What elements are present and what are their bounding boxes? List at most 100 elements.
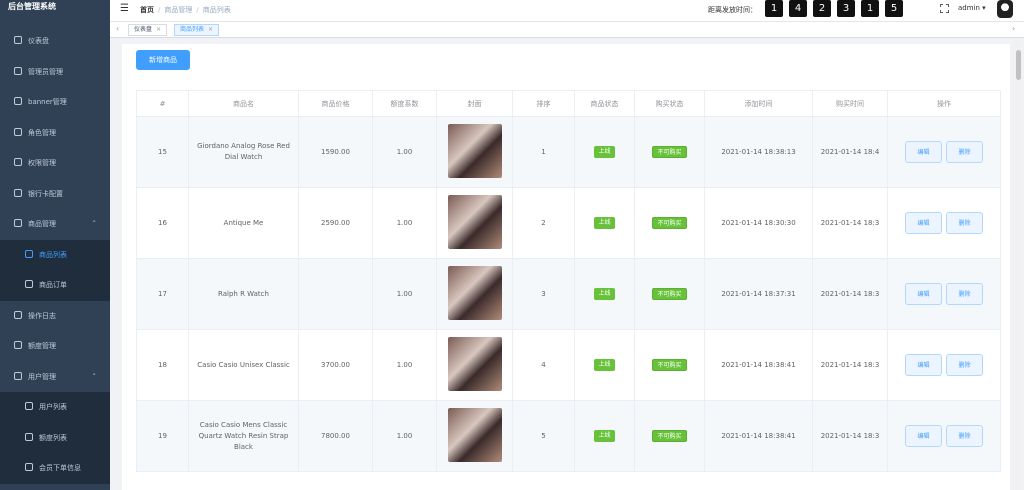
sidebar-item[interactable]: 角色管理 bbox=[0, 118, 110, 149]
sidebar-item[interactable]: 权限管理 bbox=[0, 148, 110, 179]
cell-sort: 2 bbox=[512, 187, 575, 259]
sidebar-item-label: 额度管理 bbox=[28, 342, 56, 350]
sidebar-item[interactable]: 银行卡配置 bbox=[0, 179, 110, 210]
tag-goods-list[interactable]: 商品列表 × bbox=[174, 24, 220, 36]
cell-price bbox=[298, 258, 373, 330]
delete-button[interactable]: 删除 bbox=[946, 354, 983, 376]
sidebar-item[interactable]: 商品管理 ˄ bbox=[0, 209, 110, 240]
cell-ratio: 1.00 bbox=[372, 187, 437, 259]
cell-price: 3700.00 bbox=[298, 329, 373, 401]
cell-id: 19 bbox=[136, 400, 189, 472]
dashboard-icon bbox=[14, 36, 22, 44]
cell-bought: 2021-01-14 18:3 bbox=[812, 258, 888, 330]
cell-created: 2021-01-14 18:37:31 bbox=[704, 258, 813, 330]
cell-status: 上线 bbox=[574, 400, 635, 472]
sidebar-item[interactable]: 商品列表 bbox=[0, 239, 110, 270]
hamburger-icon[interactable]: ☰ bbox=[120, 3, 129, 14]
order-icon bbox=[25, 280, 33, 288]
edit-button[interactable]: 编辑 bbox=[905, 283, 942, 305]
sidebar-item[interactable]: 会员下单信息 bbox=[0, 453, 110, 484]
countdown-digit: 4 bbox=[789, 0, 807, 17]
countdown-digits: 1 4 2 3 1 5 bbox=[765, 0, 909, 17]
edit-button[interactable]: 编辑 bbox=[905, 354, 942, 376]
sidebar-item[interactable]: 仪表盘 bbox=[0, 26, 110, 57]
cell-cover bbox=[436, 258, 513, 330]
scrollbar-thumb[interactable] bbox=[1016, 50, 1021, 80]
edit-button[interactable]: 编辑 bbox=[905, 425, 942, 447]
breadcrumb: 首页 / 商品管理 / 商品列表 bbox=[140, 6, 231, 14]
delete-button[interactable]: 删除 bbox=[946, 212, 983, 234]
sidebar-menu: 仪表盘 管理员管理 banner管理 角色管理 权限管理 银行卡配置 商品管理 ˄ 商品列表 商品… bbox=[0, 26, 110, 490]
breadcrumb-goods: 商品管理 bbox=[164, 6, 193, 14]
goods-cover-image[interactable] bbox=[447, 266, 502, 320]
column-header: 商品价格 bbox=[298, 90, 373, 117]
countdown-digit: 5 bbox=[885, 0, 903, 17]
sidebar-item-label: 用户列表 bbox=[39, 403, 67, 411]
edit-button[interactable]: 编辑 bbox=[905, 141, 942, 163]
sidebar-item[interactable]: 用户管理 ˄ bbox=[0, 362, 110, 393]
sidebar-item-label: 用户管理 bbox=[28, 372, 56, 381]
goods-cover-image[interactable] bbox=[447, 408, 502, 462]
cell-sort: 3 bbox=[512, 258, 575, 330]
breadcrumb-goods-list: 商品列表 bbox=[202, 6, 231, 14]
status-badge: 上线 bbox=[594, 430, 615, 442]
close-icon[interactable]: × bbox=[156, 26, 161, 33]
sidebar-item[interactable]: banner管理 bbox=[0, 87, 110, 118]
chevron-up-icon: ˄ bbox=[92, 220, 97, 228]
cell-id: 17 bbox=[136, 258, 189, 330]
list-icon bbox=[25, 249, 33, 258]
cell-buy-status: 不可购买 bbox=[634, 116, 705, 188]
cell-created: 2021-01-14 18:38:41 bbox=[704, 400, 813, 472]
sidebar-item[interactable]: 商品订单 bbox=[0, 270, 110, 301]
sidebar: 后台管理系统 仪表盘 管理员管理 banner管理 角色管理 权限管理 银行卡配置 商品管理… bbox=[0, 0, 110, 490]
cell-actions: 编辑 删除 bbox=[887, 329, 1001, 401]
chevron-right-icon[interactable]: › bbox=[1012, 24, 1015, 33]
status-badge: 上线 bbox=[594, 359, 615, 371]
cell-status: 上线 bbox=[574, 116, 635, 188]
sidebar-item[interactable]: 模块管理 bbox=[0, 484, 110, 490]
role-icon bbox=[14, 127, 22, 136]
close-icon[interactable]: × bbox=[208, 26, 213, 33]
edit-button[interactable]: 编辑 bbox=[905, 212, 942, 234]
delete-button[interactable]: 删除 bbox=[946, 283, 983, 305]
goods-cover-image[interactable] bbox=[447, 124, 502, 178]
app-title: 后台管理系统 bbox=[8, 2, 56, 11]
cell-status: 上线 bbox=[574, 329, 635, 401]
cell-buy-status: 不可购买 bbox=[634, 258, 705, 330]
lock-icon bbox=[14, 158, 22, 166]
add-goods-button[interactable]: 新增商品 bbox=[136, 50, 190, 70]
cell-created: 2021-01-14 18:38:41 bbox=[704, 329, 813, 401]
cell-cover bbox=[436, 400, 513, 472]
cell-price: 1590.00 bbox=[298, 116, 373, 188]
chevron-left-icon[interactable]: ‹ bbox=[116, 24, 119, 33]
tag-dashboard[interactable]: 仪表盘 × bbox=[128, 24, 168, 36]
table-row: 19 Casio Casio Mens Classic Quartz Watch … bbox=[136, 400, 1001, 472]
user-menu[interactable]: admin ▾ bbox=[958, 4, 986, 12]
sidebar-item[interactable]: 管理员管理 bbox=[0, 57, 110, 88]
sidebar-item-label: 会员下单信息 bbox=[39, 464, 81, 472]
scrollbar[interactable] bbox=[1015, 40, 1022, 490]
status-badge: 上线 bbox=[594, 288, 615, 300]
quota-list-icon bbox=[25, 432, 33, 441]
delete-button[interactable]: 删除 bbox=[946, 425, 983, 447]
cell-buy-status: 不可购买 bbox=[634, 329, 705, 401]
fullscreen-icon[interactable] bbox=[940, 4, 949, 13]
goods-cover-image[interactable] bbox=[447, 195, 502, 249]
delete-button[interactable]: 删除 bbox=[946, 141, 983, 163]
column-header: 封面 bbox=[436, 90, 513, 117]
sidebar-item[interactable]: 额度管理 bbox=[0, 331, 110, 362]
countdown-digit: 2 bbox=[813, 0, 831, 17]
table-header: # 商品名 商品价格 额度系数 封面 排序 商品状态 购买状态 添加时间 购买时间 操作 bbox=[136, 90, 1001, 117]
column-header: 商品名 bbox=[188, 90, 299, 117]
sidebar-item[interactable]: 额度列表 bbox=[0, 422, 110, 453]
countdown-digit: 3 bbox=[837, 0, 855, 17]
sidebar-item[interactable]: 用户列表 bbox=[0, 392, 110, 423]
quota-icon bbox=[14, 341, 22, 349]
tags-view: ‹ 仪表盘 × 商品列表 × › bbox=[110, 22, 1024, 38]
sidebar-item[interactable]: 操作日志 bbox=[0, 301, 110, 332]
column-header: 操作 bbox=[887, 90, 1001, 117]
table-row: 18 Casio Casio Unisex Classic 3700.00 1.00 4… bbox=[136, 329, 1001, 401]
goods-cover-image[interactable] bbox=[447, 337, 502, 391]
avatar[interactable] bbox=[997, 0, 1013, 18]
breadcrumb-home[interactable]: 首页 bbox=[140, 6, 154, 14]
